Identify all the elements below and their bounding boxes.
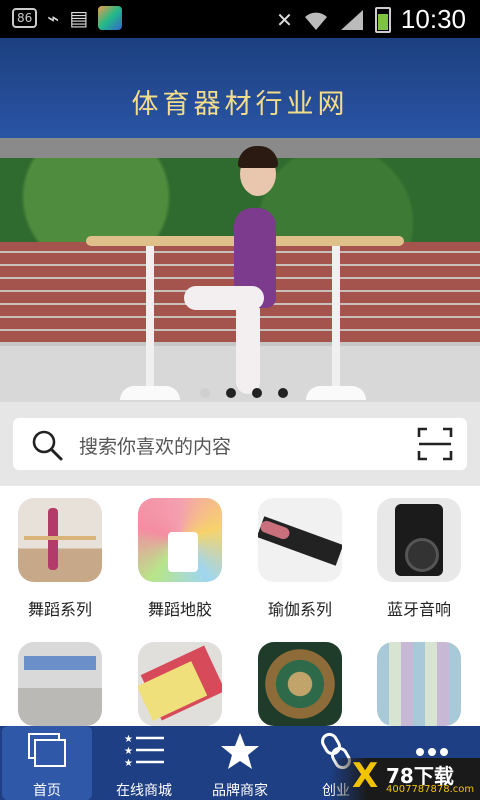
- search-placeholder: 搜索你喜欢的内容: [79, 436, 232, 458]
- app-notification-icon: [98, 6, 123, 30]
- carousel-dot[interactable]: [200, 388, 210, 398]
- category-thumbnail: [138, 498, 222, 582]
- status-bar: 86 ⌁ ▤ ✕ 10:30: [0, 0, 480, 38]
- svg-text:★: ★: [124, 734, 133, 745]
- search-input[interactable]: 搜索你喜欢的内容: [13, 418, 467, 470]
- nav-item-brands[interactable]: 品牌商家: [192, 726, 288, 800]
- category-label: 瑜伽系列: [267, 600, 332, 619]
- category-label: 舞蹈地胶: [147, 600, 212, 619]
- star-icon: [221, 733, 259, 769]
- wifi-icon: [304, 12, 327, 30]
- nav-label: 首页: [33, 783, 61, 799]
- search-section: 搜索你喜欢的内容: [0, 402, 480, 486]
- carousel-dot[interactable]: [252, 388, 262, 398]
- search-icon: [32, 430, 63, 461]
- category-item[interactable]: 舞蹈地胶: [130, 498, 230, 620]
- usb-icon: ⌁: [47, 6, 60, 30]
- nav-item-mall[interactable]: ★ ★ ★ 在线商城: [96, 726, 192, 800]
- nav-label: 品牌商家: [212, 783, 268, 799]
- category-thumbnail: [258, 498, 342, 582]
- category-thumbnail: [377, 642, 461, 726]
- category-thumbnail: [377, 498, 461, 582]
- clock: 10:30: [400, 4, 466, 34]
- carousel-dot[interactable]: [226, 388, 236, 398]
- category-thumbnail: [138, 642, 222, 726]
- watermark-logo: X: [352, 756, 379, 796]
- battery-icon: [374, 6, 391, 33]
- app-header: 体育器材行业网: [0, 38, 480, 138]
- sd-card-icon: ▤: [69, 6, 89, 30]
- carousel-indicator: [200, 388, 288, 398]
- scan-icon[interactable]: [417, 427, 453, 461]
- category-thumbnail: [18, 498, 102, 582]
- category-item[interactable]: 舞蹈系列: [10, 498, 110, 620]
- home-windows-icon: [28, 733, 66, 767]
- svg-text:★: ★: [124, 746, 133, 757]
- notification-badge: 86: [12, 8, 38, 28]
- nav-item-home[interactable]: 首页: [2, 726, 92, 800]
- category-label: 蓝牙音响: [386, 600, 451, 619]
- watermark-url: 4007787878.com: [386, 784, 475, 795]
- mute-icon: ✕: [276, 7, 293, 32]
- nav-label: 在线商城: [116, 783, 172, 799]
- carousel-dot[interactable]: [278, 388, 288, 398]
- svg-text:★: ★: [124, 758, 133, 769]
- category-item[interactable]: 蓝牙音响: [369, 498, 469, 620]
- category-item[interactable]: 瑜伽系列: [250, 498, 350, 620]
- category-thumbnail: [258, 642, 342, 726]
- list-icon: ★ ★ ★: [124, 734, 164, 769]
- category-grid: 舞蹈系列 舞蹈地胶 瑜伽系列 蓝牙音响: [0, 486, 480, 726]
- signal-icon: [340, 9, 363, 30]
- banner-carousel[interactable]: [0, 138, 480, 402]
- page-title: 体育器材行业网: [131, 89, 349, 120]
- category-label: 舞蹈系列: [27, 600, 92, 619]
- watermark: X 78下载 4007787878.com: [330, 756, 480, 800]
- category-thumbnail: [18, 642, 102, 726]
